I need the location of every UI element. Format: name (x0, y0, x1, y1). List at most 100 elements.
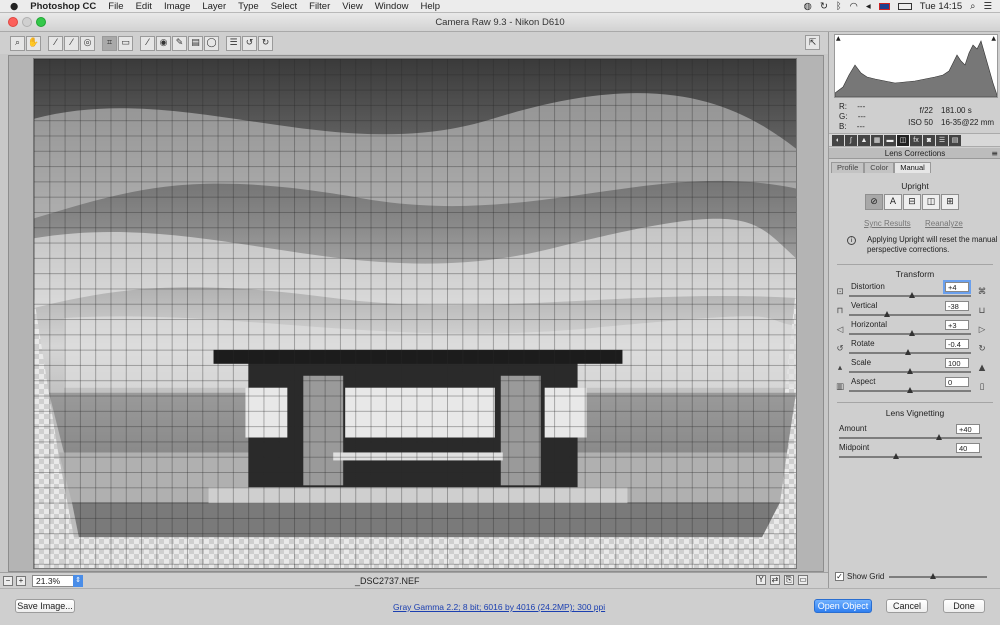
vignette-amount-thumb[interactable] (936, 434, 943, 440)
menu-view[interactable]: View (336, 1, 368, 12)
open-object-button[interactable]: Open Object (814, 599, 872, 613)
menu-clock[interactable]: Tue 14:15 (920, 1, 962, 12)
preview-settings-icon[interactable]: ▭ (798, 575, 808, 585)
rotate-thumb[interactable] (904, 349, 911, 355)
search-icon[interactable]: ⌕ (970, 1, 975, 12)
upright-auto-icon[interactable]: A (884, 194, 902, 210)
vignette-midpoint-track[interactable] (839, 456, 982, 458)
fullscreen-toggle-icon[interactable]: ⇱ (805, 35, 820, 50)
upright-off-icon[interactable]: ⊘ (865, 194, 883, 210)
image-preview[interactable] (33, 58, 797, 569)
menu-type[interactable]: Type (232, 1, 265, 12)
distortion-slider[interactable]: ⊡ Distortion +4 ⌘ (829, 280, 1000, 301)
minimize-window-icon[interactable] (22, 17, 32, 27)
distortion-value[interactable]: +4 (943, 280, 971, 294)
menu-window[interactable]: Window (369, 1, 415, 12)
wifi-icon[interactable]: ◠ (850, 1, 858, 12)
copy-settings-icon[interactable]: ⎘ (784, 575, 794, 585)
highlight-clipping-icon[interactable]: ▲ (991, 35, 996, 42)
show-grid-option[interactable]: ✓ Show Grid (835, 572, 884, 581)
shadow-clipping-icon[interactable]: ▲ (836, 35, 841, 42)
red-eye-icon[interactable]: ◉ (156, 35, 171, 51)
time-machine-icon[interactable]: ↻ (820, 1, 828, 12)
scale-value[interactable]: 100 (945, 358, 969, 368)
vignette-midpoint-slider[interactable]: Midpoint 40 (829, 443, 1000, 462)
upright-level-icon[interactable]: ⊟ (903, 194, 921, 210)
swap-before-after-icon[interactable]: ⇄ (770, 575, 780, 585)
menu-filter[interactable]: Filter (303, 1, 336, 12)
tab-presets-icon[interactable]: ☰ (936, 134, 948, 146)
menu-layer[interactable]: Layer (196, 1, 232, 12)
rotate-slider[interactable]: ↺ Rotate -0.4 ↻ (829, 339, 1000, 358)
show-grid-checkbox[interactable]: ✓ (835, 572, 844, 581)
menu-help[interactable]: Help (414, 1, 446, 12)
grid-size-track[interactable] (889, 576, 987, 578)
grid-size-thumb[interactable] (930, 573, 937, 579)
zoom-dropdown-icon[interactable]: ⇕ (73, 574, 83, 587)
color-sampler-icon[interactable]: ⁄ (64, 35, 79, 51)
menu-edit[interactable]: Edit (130, 1, 158, 12)
tab-detail-icon[interactable]: ▲ (858, 134, 870, 146)
upright-full-icon[interactable]: ⊞ (941, 194, 959, 210)
tab-manual[interactable]: Manual (894, 162, 931, 173)
vignette-amount-slider[interactable]: Amount +40 (829, 424, 1000, 443)
scale-slider[interactable]: ▴ Scale 100 ▲ (829, 358, 1000, 377)
tab-profile[interactable]: Profile (831, 162, 865, 173)
menu-select[interactable]: Select (265, 1, 303, 12)
horizontal-thumb[interactable] (908, 330, 915, 336)
vertical-track[interactable] (849, 314, 971, 316)
tab-split-toning-icon[interactable]: ▬ (884, 134, 896, 146)
vertical-slider[interactable]: ⊓ Vertical -38 ⊔ (829, 301, 1000, 320)
targeted-adjust-icon[interactable]: ◎ (80, 35, 95, 51)
aspect-value[interactable]: 0 (945, 377, 969, 387)
tab-snapshots-icon[interactable]: ▤ (949, 134, 961, 146)
horizontal-value[interactable]: +3 (945, 320, 969, 330)
notifications-icon[interactable]: ☰ (983, 1, 992, 12)
panel-menu-icon[interactable]: ≡ (991, 148, 998, 159)
sync-results-link[interactable]: Sync Results (864, 219, 911, 228)
menu-file[interactable]: File (102, 1, 129, 12)
rotate-right-icon[interactable]: ↻ (258, 35, 273, 51)
zoom-tool-icon[interactable]: ⌕ (10, 35, 25, 51)
menu-image[interactable]: Image (158, 1, 196, 12)
close-window-icon[interactable] (8, 17, 18, 27)
workflow-options-link[interactable]: Gray Gamma 2.2; 8 bit; 6016 by 4016 (24.… (393, 602, 605, 612)
reanalyze-link[interactable]: Reanalyze (925, 219, 963, 228)
upright-vertical-icon[interactable]: ◫ (922, 194, 940, 210)
aspect-thumb[interactable] (907, 387, 913, 393)
save-image-button[interactable]: Save Image... (15, 599, 75, 613)
vignette-amount-value[interactable]: +40 (956, 424, 980, 434)
battery-icon[interactable] (897, 2, 912, 10)
adjustment-brush-icon[interactable]: ✎ (172, 35, 187, 51)
tab-hsl-icon[interactable]: ▦ (871, 134, 883, 146)
straighten-tool-icon[interactable]: ▭ (118, 35, 133, 51)
creative-cloud-icon[interactable]: ◍ (804, 1, 812, 12)
vertical-value[interactable]: -38 (945, 301, 969, 311)
vignette-amount-track[interactable] (839, 437, 982, 439)
hand-tool-icon[interactable]: ✋ (26, 35, 41, 51)
crop-tool-icon[interactable]: ⌗ (102, 35, 117, 51)
tab-camera-calibration-icon[interactable]: ◙ (923, 134, 935, 146)
white-balance-icon[interactable]: ⁄ (48, 35, 63, 51)
tab-basic-icon[interactable]: ◐ (832, 134, 844, 146)
bluetooth-icon[interactable]: ᛒ (836, 1, 842, 12)
cancel-button[interactable]: Cancel (886, 599, 928, 613)
tab-lens-corrections-icon[interactable]: ◫ (896, 133, 910, 147)
graduated-filter-icon[interactable]: ▤ (188, 35, 203, 51)
app-menu[interactable]: Photoshop CC (24, 1, 102, 12)
rotate-left-icon[interactable]: ↺ (242, 35, 257, 51)
tab-fx-icon[interactable]: fx (910, 134, 922, 146)
vertical-thumb[interactable] (883, 311, 890, 317)
vignette-midpoint-value[interactable]: 40 (956, 443, 980, 453)
vignette-midpoint-thumb[interactable] (893, 453, 900, 459)
tab-color[interactable]: Color (864, 162, 895, 173)
distortion-thumb[interactable] (909, 292, 916, 298)
aspect-slider[interactable]: ▥ Aspect 0 ▯ (829, 377, 1000, 396)
apple-icon[interactable]: ● (0, 1, 24, 12)
radial-filter-icon[interactable]: ◯ (204, 35, 219, 51)
zoom-in-icon[interactable]: + (16, 575, 26, 586)
horizontal-slider[interactable]: ◁ Horizontal +3 ▷ (829, 320, 1000, 339)
preview-area[interactable] (8, 55, 824, 572)
tab-tone-curve-icon[interactable]: ∫ (845, 134, 857, 146)
done-button[interactable]: Done (943, 599, 985, 613)
